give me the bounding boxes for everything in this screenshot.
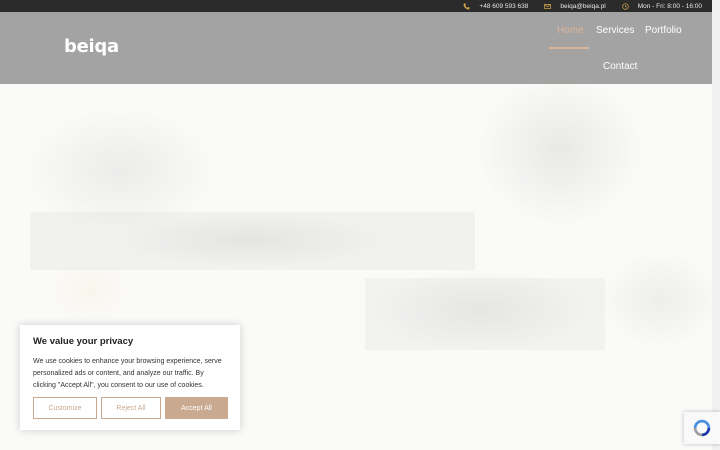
site-header: beiqa Home Services Portfolio Contact [0,12,712,84]
opening-hours: Mon - Fri: 8:00 - 16:00 [622,3,702,10]
accept-all-button[interactable]: Accept All [165,397,228,419]
logo[interactable]: beiqa [64,36,119,57]
nav-services[interactable]: Services [596,25,634,36]
customize-button[interactable]: Customize [33,397,97,419]
email-address: beiqa@beiqa.pl [560,2,606,10]
scrollbar[interactable] [712,0,720,450]
cookie-consent-dialog: We value your privacy We use cookies to … [20,325,240,430]
reject-all-button[interactable]: Reject All [101,397,161,419]
nav-portfolio[interactable]: Portfolio [645,25,682,36]
logo-text: beiqa [64,36,119,57]
recaptcha-badge[interactable] [684,412,720,444]
nav-active-indicator [549,47,589,49]
nav-contact[interactable]: Contact [603,61,637,72]
clock-icon [622,2,629,10]
hero-image-area [30,212,475,270]
email-contact[interactable]: beiqa@beiqa.pl [544,2,606,10]
phone-icon [463,3,470,10]
hero-image-area [365,278,605,350]
cookie-title: We value your privacy [33,336,134,347]
top-contact-bar: +48 609 593 638 beiqa@beiqa.pl Mon - Fri… [0,0,712,12]
hours-text: Mon - Fri: 8:00 - 16:00 [637,2,702,10]
envelope-icon [544,3,552,10]
nav-home[interactable]: Home [557,25,584,36]
recaptcha-icon [693,419,711,437]
cookie-description: We use cookies to enhance your browsing … [33,358,222,389]
phone-number: +48 609 593 638 [479,2,529,10]
phone-contact[interactable]: +48 609 593 638 [463,3,528,10]
cookie-buttons: Customize Reject All Accept All [33,397,228,419]
